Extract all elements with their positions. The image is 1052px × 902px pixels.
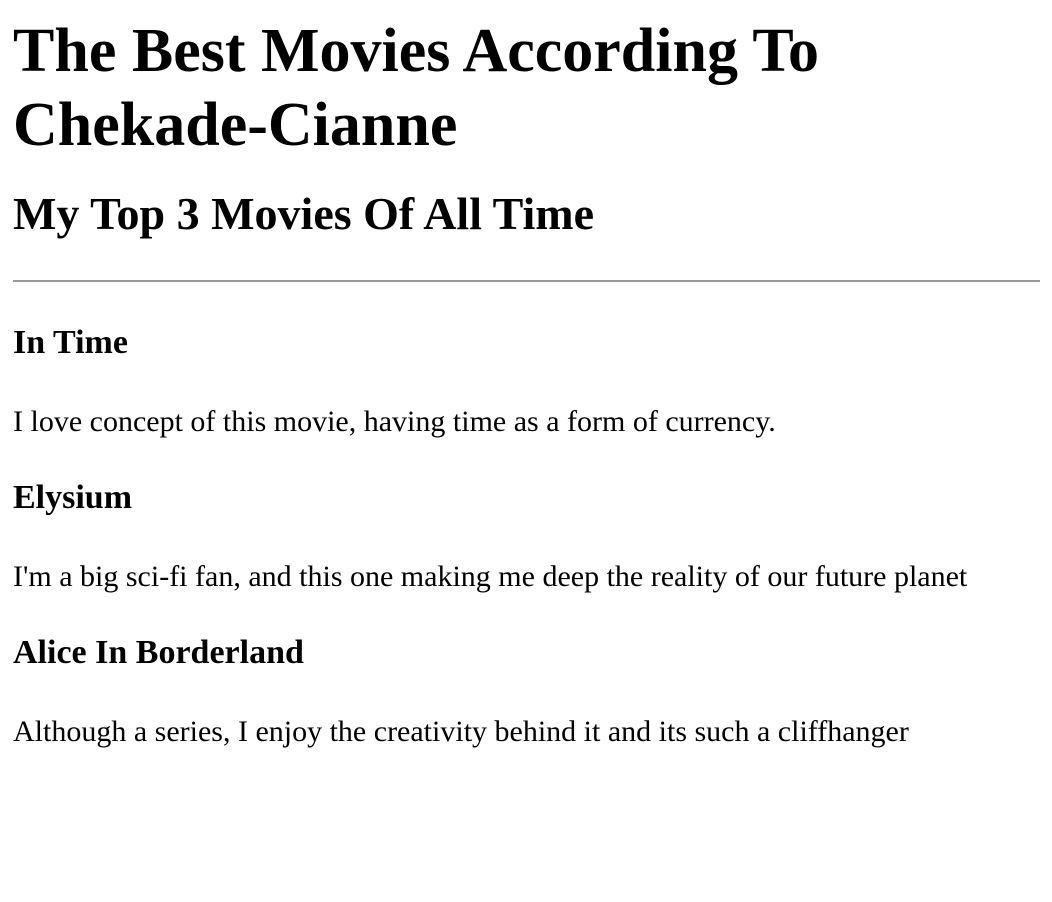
movie-title: Elysium [13, 479, 133, 516]
movie-description: I'm a big sci-fi fan, and this one makin… [13, 560, 968, 593]
movie-title: In Time [13, 324, 128, 361]
movie-description: I love concept of this movie, having tim… [13, 405, 776, 438]
page-subtitle: My Top 3 Movies Of All Time [13, 188, 595, 239]
movie-item-in-time: In Time I love concept of this movie, ha… [13, 323, 1040, 440]
movie-item-alice-in-borderland: Alice In Borderland Although a series, I… [13, 633, 1040, 750]
page-title: The Best Movies According To Chekade-Cia… [13, 17, 820, 159]
movie-item-elysium: Elysium I'm a big sci-fi fan, and this o… [13, 478, 1040, 595]
divider [13, 280, 1040, 282]
page: The Best Movies According To Chekade-Cia… [0, 14, 1052, 750]
movie-title: Alice In Borderland [13, 634, 304, 671]
movie-description: Although a series, I enjoy the creativit… [13, 715, 909, 748]
